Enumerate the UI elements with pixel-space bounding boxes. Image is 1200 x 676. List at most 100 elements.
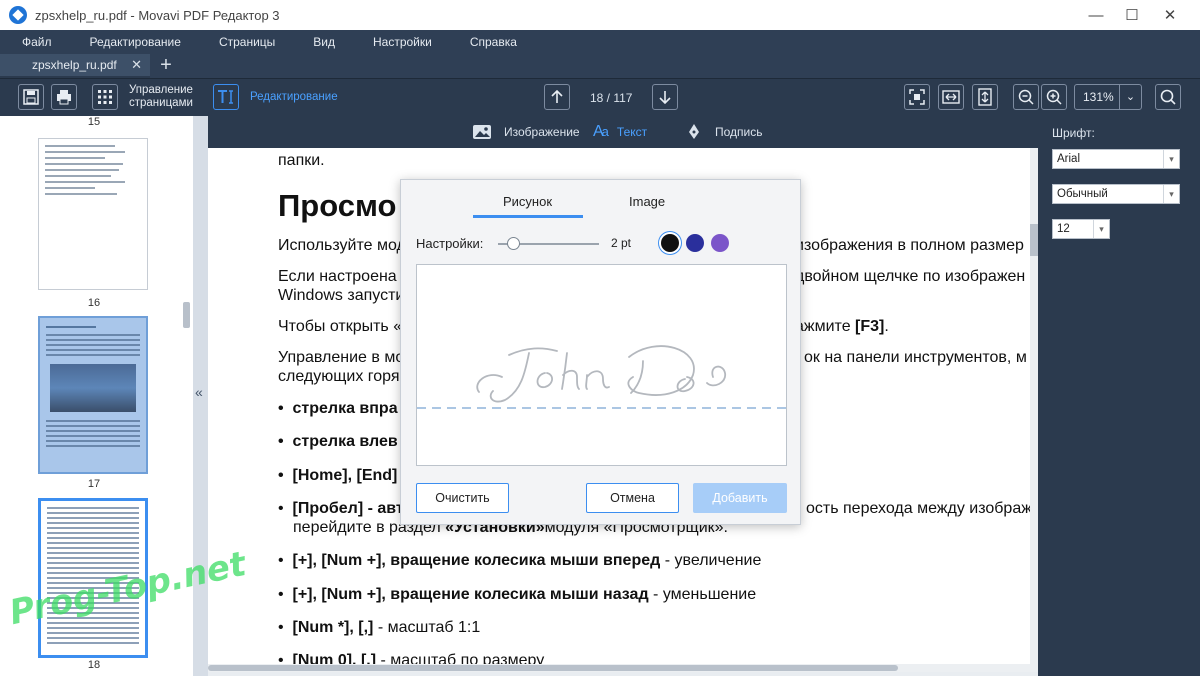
color-swatch-purple[interactable] (711, 234, 729, 252)
tab-image[interactable]: Image (629, 194, 665, 209)
font-family-value: Arial (1057, 153, 1081, 165)
image-icon (473, 125, 491, 139)
doc-bullet-text: [Home], [End] (292, 467, 398, 484)
text-edit-icon (218, 90, 233, 104)
doc-bullet: • стрелка впра (278, 400, 398, 417)
zoom-in-button[interactable] (1041, 84, 1067, 110)
manage-pages-label[interactable]: Управление страницами (129, 84, 193, 110)
clear-button[interactable]: Очистить (416, 483, 509, 513)
signature-tool[interactable]: Подпись (687, 124, 763, 140)
maximize-button[interactable]: ☐ (1112, 0, 1152, 30)
chevrons-left-icon: « (195, 384, 203, 400)
doc-heading: Просмо (278, 188, 397, 223)
thumbnail-page-number: 16 (87, 297, 101, 309)
doc-text: следующих горя (278, 368, 400, 385)
cancel-button[interactable]: Отмена (586, 483, 679, 513)
doc-bullet: • [Home], [End] (278, 467, 398, 484)
document-tab-label: zpsxhelp_ru.pdf (32, 58, 117, 72)
print-button[interactable] (51, 84, 77, 110)
doc-bullet: • [+], [Num +], вращение колесика мыши н… (278, 586, 757, 603)
menu-bar: Файл Редактирование Страницы Вид Настрой… (0, 30, 1200, 54)
scrollbar-thumb[interactable] (208, 665, 898, 671)
chevron-down-icon: ▾ (1093, 220, 1109, 238)
doc-text: папки. (278, 152, 325, 169)
insert-image-tool[interactable]: Изображение (472, 124, 580, 140)
doc-bullet-text: стрелка впра (292, 400, 398, 417)
sidebar-scrollbar[interactable] (183, 302, 190, 328)
search-button[interactable] (1155, 84, 1181, 110)
signature-drawing (417, 345, 786, 409)
doc-bullet-text: - увеличение (660, 552, 762, 569)
doc-text: Используйте мод (278, 237, 406, 254)
font-style-select[interactable]: Обычный ▾ (1052, 184, 1180, 204)
grid-icon (98, 90, 112, 104)
doc-text: Если настроена (278, 268, 397, 285)
doc-bullet-text: стрелка влев (292, 433, 398, 450)
doc-bullet: • [Num *], [,] - масштаб 1:1 (278, 619, 481, 636)
chevron-down-icon: ⌄ (1119, 85, 1141, 109)
tab-close-icon[interactable]: ✕ (131, 57, 142, 73)
fit-width-button[interactable] (938, 84, 964, 110)
close-window-button[interactable]: ✕ (1150, 0, 1190, 30)
menu-file[interactable]: Файл (22, 35, 52, 49)
scrollbar-thumb[interactable] (1030, 224, 1038, 256)
font-size-select[interactable]: 12 ▾ (1052, 219, 1110, 239)
doc-bullet: • [+], [Num +], вращение колесика мыши в… (278, 552, 762, 569)
prev-page-button[interactable] (544, 84, 570, 110)
fit-height-button[interactable] (972, 84, 998, 110)
stroke-width-value: 2 pt (611, 236, 632, 250)
edit-mode-label[interactable]: Редактирование (250, 91, 338, 104)
fit-height-icon (978, 88, 992, 106)
menu-help[interactable]: Справка (470, 35, 517, 49)
manage-pages-button[interactable] (92, 84, 118, 110)
edit-mode-button[interactable] (213, 84, 239, 110)
color-swatch-blue[interactable] (686, 234, 704, 252)
font-style-value: Обычный (1057, 188, 1108, 200)
add-signature-button[interactable]: Добавить (693, 483, 787, 513)
app-logo-icon (9, 6, 27, 24)
doc-bullet: • [Пробел] - авт (278, 500, 404, 517)
thumbnail-content (46, 420, 140, 450)
document-vertical-scrollbar[interactable] (1030, 148, 1038, 668)
page-thumbnail-16[interactable] (38, 138, 148, 290)
zoom-select[interactable]: 131% ⌄ (1074, 84, 1142, 110)
menu-view[interactable]: Вид (313, 35, 335, 49)
save-button[interactable] (18, 84, 44, 110)
menu-pages[interactable]: Страницы (219, 35, 275, 49)
tab-draw[interactable]: Рисунок (503, 194, 552, 209)
font-label: Шрифт: (1052, 126, 1095, 140)
new-tab-button[interactable]: + (154, 54, 178, 78)
color-swatch-black[interactable] (661, 234, 679, 252)
fit-page-button[interactable] (904, 84, 930, 110)
minimize-button[interactable]: — (1076, 0, 1116, 30)
signature-drawing-canvas[interactable] (416, 264, 787, 466)
doc-text-part: . (884, 318, 889, 335)
document-tab[interactable]: zpsxhelp_ru.pdf ✕ (0, 54, 150, 78)
arrow-up-icon (551, 90, 563, 103)
doc-bullet: • стрелка влев (278, 433, 398, 450)
manage-pages-label-line1: Управление (129, 84, 193, 96)
text-tool[interactable]: Aa Текст (593, 123, 647, 141)
next-page-button[interactable] (652, 84, 678, 110)
font-family-select[interactable]: Arial ▾ (1052, 149, 1180, 169)
zoom-value: 131% (1083, 90, 1114, 104)
page-indicator[interactable]: 18 / 117 (590, 91, 632, 105)
thumbnail-page-number: 17 (87, 478, 101, 490)
thumbnail-content (39, 139, 147, 195)
chevron-down-icon: ▾ (1163, 185, 1179, 203)
doc-text: изображения в полном размер (795, 237, 1024, 254)
page-thumbnail-17[interactable] (38, 316, 148, 474)
stroke-width-slider-handle[interactable] (507, 237, 521, 250)
menu-settings[interactable]: Настройки (373, 35, 432, 49)
arrow-down-icon (659, 91, 671, 104)
zoom-out-icon (1018, 89, 1034, 105)
document-horizontal-scrollbar[interactable] (208, 664, 1038, 672)
insert-image-label: Изображение (504, 125, 580, 139)
signature-dialog: Рисунок Image Настройки: 2 pt Очистить О… (400, 179, 801, 525)
thumbnail-content (46, 326, 96, 328)
thumbnail-page-number: 15 (87, 116, 101, 128)
zoom-in-icon (1046, 89, 1062, 105)
zoom-out-button[interactable] (1013, 84, 1039, 110)
menu-edit[interactable]: Редактирование (90, 35, 181, 49)
doc-key: [F3] (855, 318, 885, 335)
